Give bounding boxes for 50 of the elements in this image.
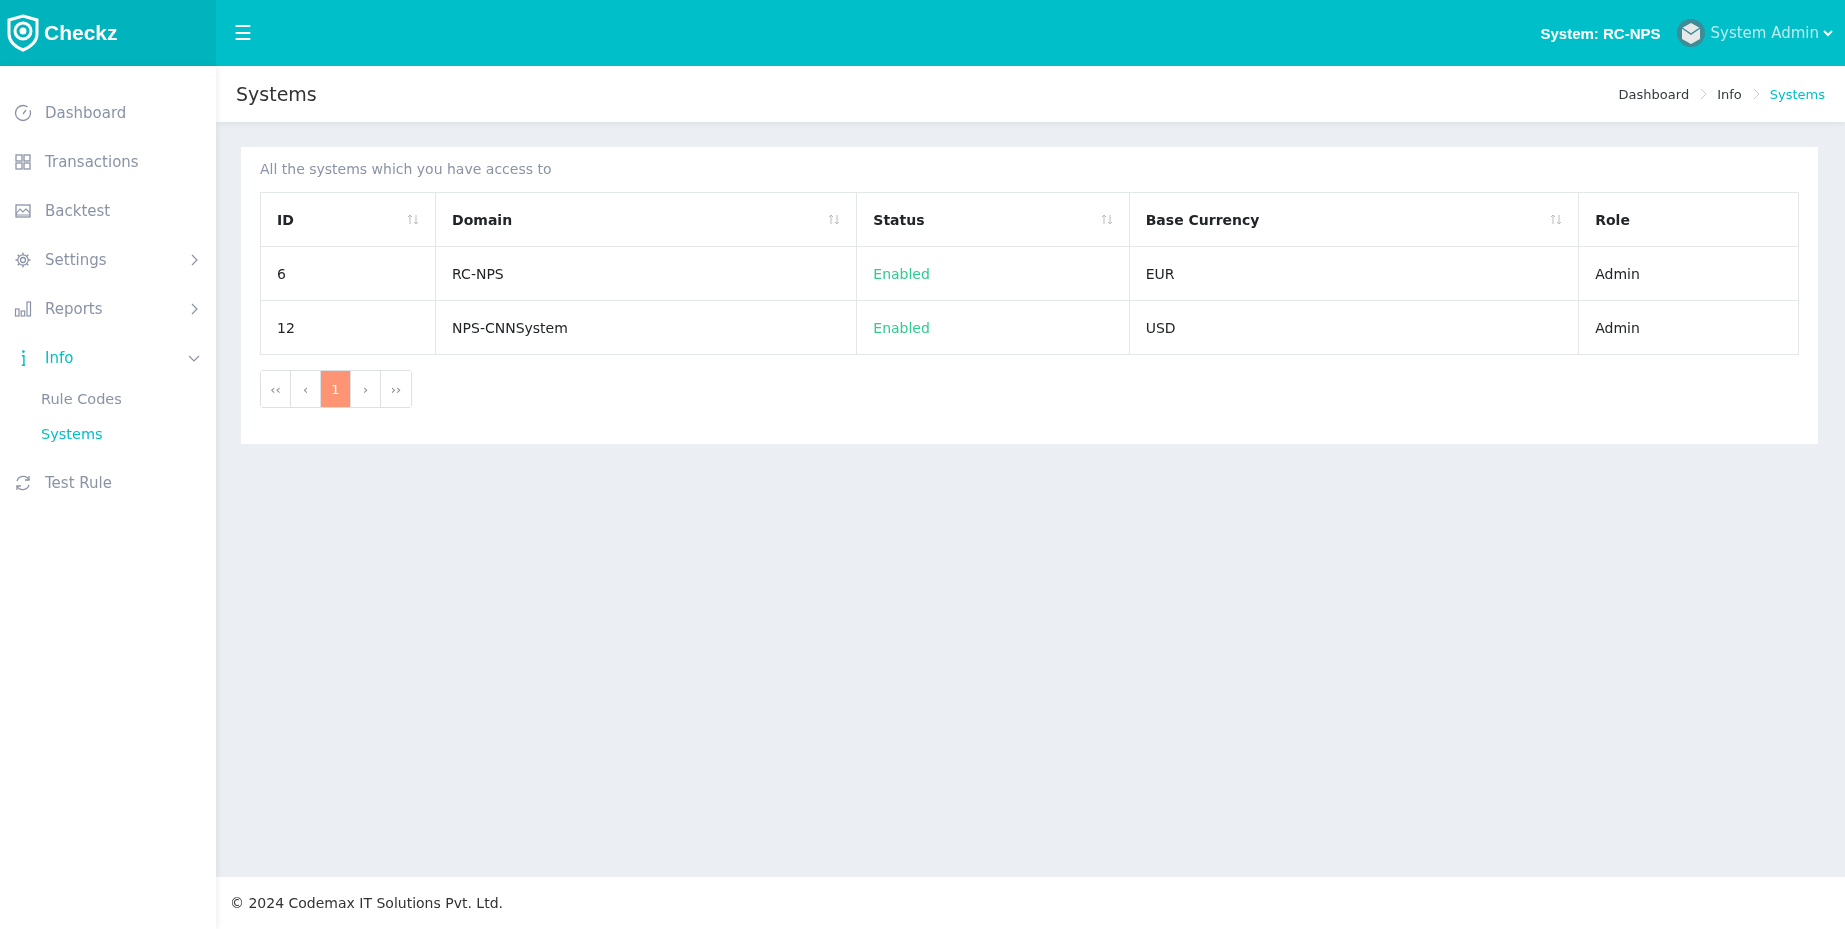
sidebar-item[interactable]: Reports [0,284,216,333]
info-icon [20,349,26,366]
caret-icon [1823,29,1833,37]
chevron-icon [1699,88,1708,100]
system-label: System: RC-NPS [1540,24,1661,42]
table-cell: Admin [1578,246,1799,301]
sidebar-item[interactable]: Test Rule [0,458,216,507]
shield-eye-logo-icon [6,14,40,52]
sidebar-item[interactable]: Backtest [0,186,216,235]
breadcrumb-link[interactable]: Systems [1769,86,1825,102]
avatar-icon [1676,18,1707,48]
page-button[interactable]: 1 [321,371,351,407]
table-cell: RC-NPS [435,246,857,301]
bar-chart-icon [13,298,33,319]
menu-button[interactable]: ☰ [228,19,258,47]
brand-name: Checkz [44,21,118,45]
table-cell: EUR [1129,246,1579,301]
table-cell: 12 [260,300,436,355]
sidebar-item[interactable]: Info [0,333,216,382]
chevron-icon [1751,88,1760,100]
sidebar-item[interactable]: Transactions [0,137,216,186]
grid-icon [13,151,33,172]
sidebar-subitem[interactable]: Systems [0,417,216,452]
table-cell: Admin [1578,300,1799,355]
column-header[interactable]: Base Currency [1129,192,1579,247]
gauge-icon [13,102,33,123]
user-name: System Admin [1710,24,1819,42]
card-description: All the systems which you have access to [260,161,553,177]
sidebar-subitem[interactable]: Rule Codes [0,382,216,417]
page-button[interactable]: ‹‹ [261,371,291,407]
column-header[interactable]: Domain [435,192,857,247]
breadcrumb-link[interactable]: Info [1717,86,1742,102]
status-text: Enabled [856,246,1130,301]
table-cell: NPS-CNNSystem [435,300,857,355]
sort-icon [407,214,420,225]
table-cell: USD [1129,300,1579,355]
footer-text: © 2024 Codemax IT Solutions Pvt. Ltd. [230,895,503,911]
sort-icon [1550,214,1563,225]
table-cell: 6 [260,246,436,301]
sidebar-item[interactable]: Settings [0,235,216,284]
breadcrumb-link[interactable]: Dashboard [1618,86,1690,102]
column-header: Role [1578,192,1799,247]
user-menu[interactable]: System Admin [1676,18,1833,48]
sidebar-item[interactable]: Dashboard [0,88,216,137]
sort-icon [1100,214,1113,225]
sort-icon [828,214,841,225]
status-text: Enabled [856,300,1130,355]
column-header[interactable]: ID [260,192,436,247]
column-header[interactable]: Status [856,192,1130,247]
page-title: Systems [236,83,317,105]
